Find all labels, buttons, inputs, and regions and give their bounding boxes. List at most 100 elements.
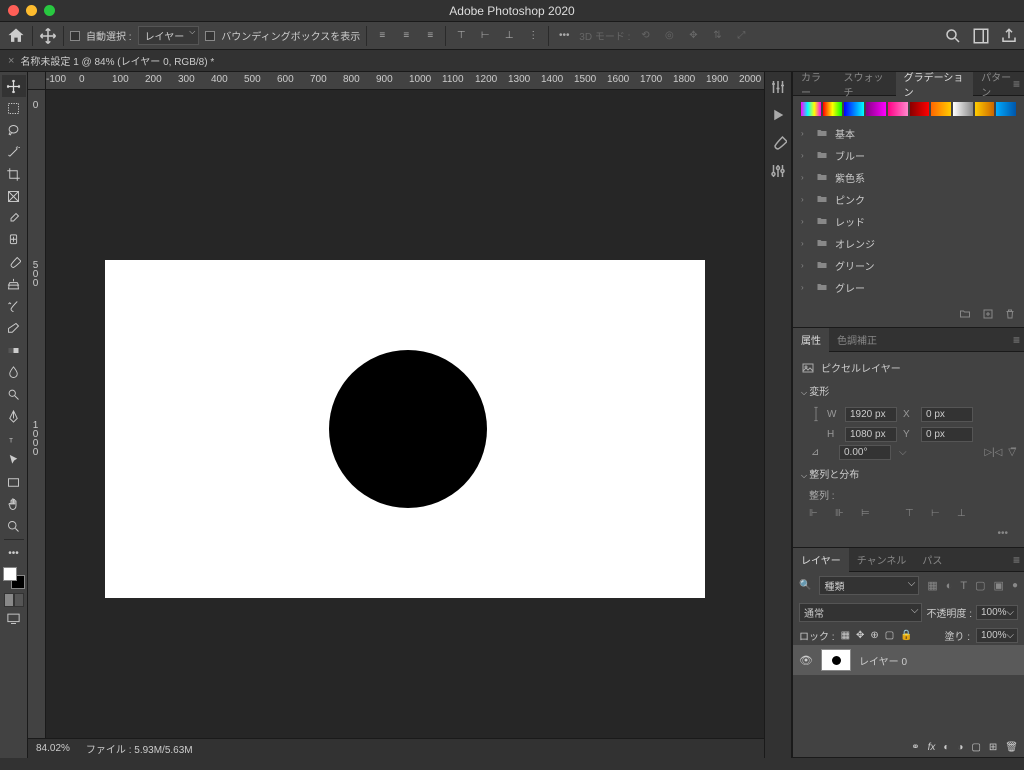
paths-tab[interactable]: パス	[914, 548, 950, 572]
frame-tool[interactable]	[2, 185, 26, 207]
gradient-tool[interactable]	[2, 339, 26, 361]
edit-toolbar-icon[interactable]: •••	[2, 542, 26, 564]
delete-layer-icon[interactable]: 🗑	[1005, 742, 1018, 753]
lock-pixels-icon[interactable]: ▦	[841, 630, 850, 641]
rectangle-tool[interactable]	[2, 471, 26, 493]
filter-type-icon[interactable]: T	[960, 580, 967, 592]
adjustments-panel-icon[interactable]	[769, 78, 787, 96]
clone-stamp-tool[interactable]	[2, 273, 26, 295]
align-left-icon[interactable]: ≡	[373, 27, 391, 45]
canvas-viewport[interactable]	[46, 90, 764, 738]
layer-thumbnail[interactable]	[821, 649, 851, 671]
gradient-folder[interactable]: ›基本	[801, 122, 1016, 144]
auto-select-target-dropdown[interactable]: レイヤー	[138, 26, 200, 45]
align-top-icon[interactable]: ⊤	[452, 27, 470, 45]
layers-tab[interactable]: レイヤー	[793, 548, 849, 572]
zoom-tool[interactable]	[2, 515, 26, 537]
new-gradient-icon[interactable]	[982, 308, 994, 323]
lasso-tool[interactable]	[2, 119, 26, 141]
close-window-button[interactable]	[8, 5, 19, 16]
filter-pixel-icon[interactable]: ▦	[927, 579, 937, 592]
quick-mask-toggle[interactable]	[4, 593, 24, 607]
flip-v-icon[interactable]: ▽̅	[1008, 447, 1016, 458]
maximize-window-button[interactable]	[44, 5, 55, 16]
path-selection-tool[interactable]	[2, 449, 26, 471]
gradient-folder[interactable]: ›グレー	[801, 276, 1016, 298]
new-folder-icon[interactable]	[958, 308, 972, 323]
search-icon[interactable]	[944, 27, 962, 45]
align-top-icon[interactable]: ⊤	[905, 508, 921, 522]
brush-settings-panel-icon[interactable]	[769, 162, 787, 180]
height-input[interactable]: 1080 px	[845, 427, 897, 442]
layer-filter-dropdown[interactable]: 種類	[819, 576, 919, 595]
filter-toggle-icon[interactable]: ●	[1012, 580, 1018, 591]
color-swatches[interactable]	[3, 567, 25, 589]
flip-h-icon[interactable]: ▷|◁	[984, 447, 1002, 458]
x-input[interactable]: 0 px	[921, 407, 973, 422]
marquee-tool[interactable]	[2, 97, 26, 119]
blend-mode-dropdown[interactable]: 通常	[799, 603, 922, 622]
align-right-icon[interactable]: ≡	[421, 27, 439, 45]
move-tool[interactable]	[2, 75, 26, 97]
brush-tool[interactable]	[2, 251, 26, 273]
file-info[interactable]: ファイル : 5.93M/5.63M	[86, 741, 193, 756]
new-group-icon[interactable]: ▢	[971, 742, 980, 753]
visibility-toggle-icon[interactable]: 👁	[799, 654, 813, 667]
angle-dropdown-icon[interactable]: ⌵	[899, 447, 907, 458]
align-middle-icon[interactable]: ⊢	[931, 508, 947, 522]
lock-all-icon[interactable]: 🔒	[900, 630, 912, 641]
align-bottom-icon[interactable]: ⊥	[957, 508, 973, 522]
document-canvas[interactable]	[105, 260, 705, 598]
align-left-icon[interactable]: ⊩	[809, 508, 825, 522]
swatches-tab[interactable]: スウォッチ	[835, 72, 895, 96]
link-layers-icon[interactable]: ⚭	[911, 742, 919, 753]
ruler-origin[interactable]	[28, 72, 46, 90]
layer-name[interactable]: レイヤー 0	[859, 653, 907, 668]
auto-select-checkbox[interactable]	[70, 31, 80, 41]
foreground-color[interactable]	[3, 567, 17, 581]
more-icon[interactable]: •••	[801, 528, 1016, 539]
gradient-preset-strip[interactable]	[801, 102, 1016, 116]
lock-position-icon[interactable]: ✥	[856, 630, 864, 641]
gradient-folder[interactable]: ›ピンク	[801, 188, 1016, 210]
zoom-level[interactable]: 84.02%	[36, 743, 70, 754]
gradient-folder[interactable]: ›レッド	[801, 210, 1016, 232]
channels-tab[interactable]: チャンネル	[849, 548, 915, 572]
layer-row[interactable]: 👁 レイヤー 0	[793, 645, 1024, 675]
panel-menu-icon[interactable]: ≡	[1013, 77, 1020, 91]
screen-mode-icon[interactable]	[2, 607, 26, 629]
opacity-input[interactable]: 100%	[976, 605, 1018, 620]
gradients-tab[interactable]: グラデーション	[896, 72, 974, 96]
adjustment-layer-icon[interactable]: ◑	[957, 742, 963, 753]
share-icon[interactable]	[1000, 27, 1018, 45]
vertical-ruler[interactable]: 05001000	[28, 90, 46, 738]
move-tool-icon[interactable]	[39, 27, 57, 45]
history-brush-tool[interactable]	[2, 295, 26, 317]
align-section[interactable]: 整列と分布	[801, 466, 1016, 481]
angle-input[interactable]: 0.00°	[839, 445, 891, 460]
magic-wand-tool[interactable]	[2, 141, 26, 163]
workspace-icon[interactable]	[972, 27, 990, 45]
align-center-h-icon[interactable]: ≡	[397, 27, 415, 45]
filter-shape-icon[interactable]: ▢	[975, 579, 985, 592]
brushes-panel-icon[interactable]	[769, 134, 787, 152]
y-input[interactable]: 0 px	[921, 427, 973, 442]
gradient-folder[interactable]: ›オレンジ	[801, 232, 1016, 254]
dodge-tool[interactable]	[2, 383, 26, 405]
healing-brush-tool[interactable]	[2, 229, 26, 251]
align-center-h-icon[interactable]: ⊪	[835, 508, 851, 522]
align-right-icon[interactable]: ⊨	[861, 508, 877, 522]
close-tab-icon[interactable]: ×	[8, 55, 14, 67]
lock-nesting-icon[interactable]: ▢	[885, 630, 894, 641]
blur-tool[interactable]	[2, 361, 26, 383]
gradient-folder[interactable]: ›ブルー	[801, 144, 1016, 166]
align-bottom-icon[interactable]: ⊥	[500, 27, 518, 45]
properties-tab[interactable]: 属性	[793, 328, 829, 352]
fill-input[interactable]: 100%	[976, 628, 1018, 643]
layer-effects-icon[interactable]: fx	[928, 742, 936, 753]
minimize-window-button[interactable]	[26, 5, 37, 16]
panel-menu-icon[interactable]: ≡	[1013, 553, 1020, 567]
distribute-icon[interactable]: ⋮	[524, 27, 542, 45]
panel-menu-icon[interactable]: ≡	[1013, 333, 1020, 347]
lock-artboard-icon[interactable]: ⊕	[870, 630, 878, 641]
